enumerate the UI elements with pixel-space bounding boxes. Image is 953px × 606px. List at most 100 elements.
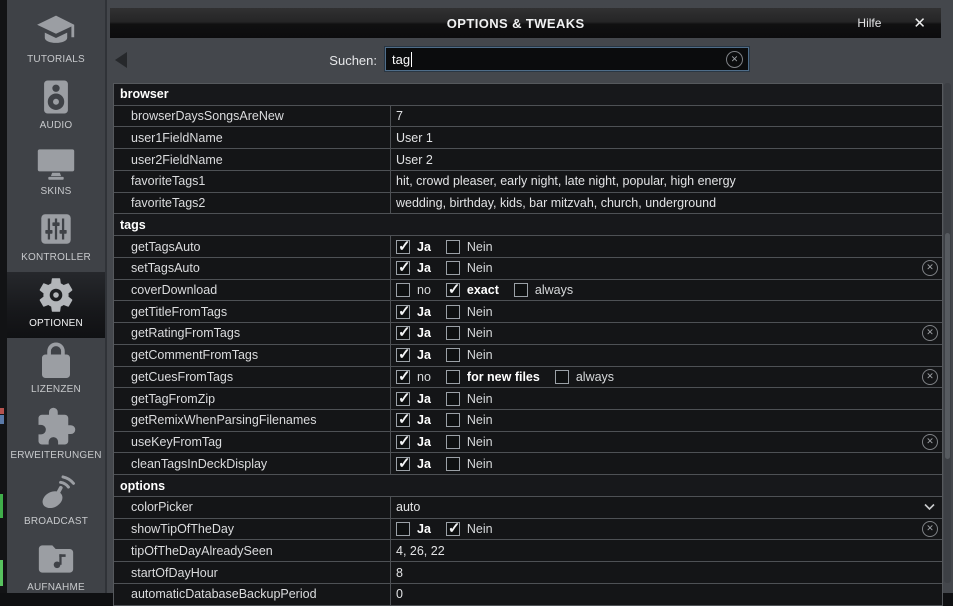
checkbox-ja[interactable] — [396, 326, 410, 340]
checkbox-label: Nein — [467, 305, 493, 319]
checkbox-label: Nein — [467, 457, 493, 471]
sidebar-item-erweiterungen[interactable]: ERWEITERUNGEN — [7, 404, 105, 470]
sidebar-item-kontroller[interactable]: KONTROLLER — [7, 206, 105, 272]
section-header-tags: tags — [114, 214, 942, 236]
scrollbar-thumb[interactable] — [945, 233, 950, 459]
chevron-down-icon[interactable] — [924, 504, 935, 511]
dialog-title: OPTIONS & TWEAKS — [110, 16, 857, 31]
checkbox-nein[interactable] — [446, 392, 460, 406]
checkbox-no[interactable] — [396, 370, 410, 384]
background-fragment — [0, 415, 4, 424]
setting-row-useKeyFromTag[interactable]: useKeyFromTagJaNein✕ — [114, 432, 942, 454]
sidebar-item-broadcast[interactable]: BROADCAST — [7, 470, 105, 536]
checkbox-ja[interactable] — [396, 522, 410, 536]
search-clear-icon[interactable]: ✕ — [726, 51, 743, 68]
antenna-icon — [34, 472, 78, 516]
monitor-icon — [34, 142, 78, 186]
setting-row-favoriteTags1[interactable]: favoriteTags1hit, crowd pleaser, early n… — [114, 171, 942, 193]
checkbox-nein[interactable] — [446, 457, 460, 471]
reset-icon[interactable]: ✕ — [922, 521, 938, 537]
folder-music-icon — [34, 538, 78, 582]
checkbox-ja[interactable] — [396, 435, 410, 449]
checkbox-for-new-files[interactable] — [446, 370, 460, 384]
setting-row-favoriteTags2[interactable]: favoriteTags2wedding, birthday, kids, ba… — [114, 193, 942, 215]
checkbox-label: Ja — [417, 413, 431, 427]
sidebar-item-tutorials[interactable]: TUTORIALS — [7, 8, 105, 74]
setting-name: getTagsAuto — [114, 236, 391, 257]
checkbox-always[interactable] — [514, 283, 528, 297]
checkbox-label: for new files — [467, 370, 540, 384]
search-input[interactable]: tag ✕ — [385, 47, 749, 71]
setting-row-startOfDayHour[interactable]: startOfDayHour 8 — [114, 562, 942, 584]
setting-row-getTitleFromTags[interactable]: getTitleFromTagsJaNein — [114, 301, 942, 323]
checkbox-ja[interactable] — [396, 240, 410, 254]
checkbox-no[interactable] — [396, 283, 410, 297]
reset-icon[interactable]: ✕ — [922, 369, 938, 385]
setting-value[interactable]: 8 — [396, 566, 403, 580]
setting-value-cell: JaNein✕ — [391, 432, 942, 453]
checkbox-exact[interactable] — [446, 283, 460, 297]
checkbox-label: Nein — [467, 240, 493, 254]
setting-row-getTagsAuto[interactable]: getTagsAutoJaNein — [114, 236, 942, 258]
help-button[interactable]: Hilfe — [857, 16, 881, 30]
checkbox-nein[interactable] — [446, 305, 460, 319]
setting-value[interactable]: 7 — [396, 109, 403, 123]
setting-name: cleanTagsInDeckDisplay — [114, 453, 391, 474]
setting-row-user2FieldName[interactable]: user2FieldName User 2 — [114, 149, 942, 171]
sidebar-item-skins[interactable]: SKINS — [7, 140, 105, 206]
reset-icon[interactable]: ✕ — [922, 260, 938, 276]
checkbox-nein[interactable] — [446, 348, 460, 362]
setting-row-getTagFromZip[interactable]: getTagFromZipJaNein — [114, 388, 942, 410]
setting-row-coverDownload[interactable]: coverDownloadnoexactalways — [114, 280, 942, 302]
setting-value-cell: wedding, birthday, kids, bar mitzvah, ch… — [391, 193, 942, 214]
checkbox-ja[interactable] — [396, 348, 410, 362]
setting-row-getCuesFromTags[interactable]: getCuesFromTagsnofor new filesalways✕ — [114, 367, 942, 389]
setting-value[interactable]: User 1 — [396, 131, 433, 145]
setting-row-browserDaysSongsAreNew[interactable]: browserDaysSongsAreNew7 — [114, 106, 942, 128]
setting-row-setTagsAuto[interactable]: setTagsAutoJaNein✕ — [114, 258, 942, 280]
sidebar-item-optionen[interactable]: OPTIONEN — [7, 272, 105, 338]
checkbox-nein[interactable] — [446, 413, 460, 427]
sidebar-item-lizenzen[interactable]: LIZENZEN — [7, 338, 105, 404]
setting-row-tipOfTheDayAlreadySeen[interactable]: tipOfTheDayAlreadySeen4, 26, 22 — [114, 540, 942, 562]
checkbox-ja[interactable] — [396, 457, 410, 471]
setting-value-cell: 0 — [391, 584, 942, 605]
sidebar-item-aufnahme[interactable]: AUFNAHME — [7, 536, 105, 593]
setting-row-colorPicker[interactable]: colorPickerauto — [114, 497, 942, 519]
setting-value-cell: 7 — [391, 106, 942, 127]
setting-row-getCommentFromTags[interactable]: getCommentFromTagsJaNein — [114, 345, 942, 367]
setting-row-automaticDatabaseBackupPeriod[interactable]: automaticDatabaseBackupPeriod 0 — [114, 584, 942, 606]
setting-value[interactable]: 4, 26, 22 — [396, 544, 445, 558]
setting-value[interactable]: auto — [396, 500, 420, 514]
reset-icon[interactable]: ✕ — [922, 325, 938, 341]
checkbox-nein[interactable] — [446, 326, 460, 340]
checkbox-ja[interactable] — [396, 413, 410, 427]
setting-row-getRemixWhenParsingFilenames[interactable]: getRemixWhenParsingFilenamesJaNein — [114, 410, 942, 432]
setting-name: user1FieldName — [114, 127, 391, 148]
setting-value[interactable]: 0 — [396, 587, 403, 601]
checkbox-label: exact — [467, 283, 499, 297]
reset-icon[interactable]: ✕ — [922, 434, 938, 450]
setting-value[interactable]: wedding, birthday, kids, bar mitzvah, ch… — [396, 196, 716, 210]
setting-name: user2FieldName — [114, 149, 391, 170]
scrollbar[interactable] — [944, 83, 951, 583]
checkbox-nein[interactable] — [446, 261, 460, 275]
setting-row-user1FieldName[interactable]: user1FieldName User 1 — [114, 127, 942, 149]
setting-name: startOfDayHour — [114, 562, 391, 583]
setting-row-getRatingFromTags[interactable]: getRatingFromTagsJaNein✕ — [114, 323, 942, 345]
checkbox-always[interactable] — [555, 370, 569, 384]
setting-row-cleanTagsInDeckDisplay[interactable]: cleanTagsInDeckDisplayJaNein — [114, 453, 942, 475]
setting-row-showTipOfTheDay[interactable]: showTipOfTheDayJaNein✕ — [114, 519, 942, 541]
checkbox-nein[interactable] — [446, 240, 460, 254]
setting-value[interactable]: User 2 — [396, 153, 433, 167]
close-icon[interactable]: ✕ — [913, 16, 926, 31]
checkbox-label: always — [535, 283, 573, 297]
checkbox-ja[interactable] — [396, 392, 410, 406]
checkbox-ja[interactable] — [396, 305, 410, 319]
setting-value[interactable]: hit, crowd pleaser, early night, late ni… — [396, 174, 736, 188]
checkbox-ja[interactable] — [396, 261, 410, 275]
setting-name: automaticDatabaseBackupPeriod — [114, 584, 391, 605]
checkbox-nein[interactable] — [446, 522, 460, 536]
checkbox-nein[interactable] — [446, 435, 460, 449]
sidebar-item-audio[interactable]: AUDIO — [7, 74, 105, 140]
